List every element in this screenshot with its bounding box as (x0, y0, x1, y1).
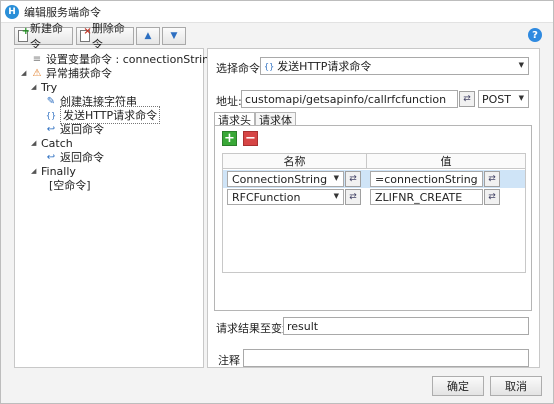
new-command-button[interactable]: 新建命令 (14, 22, 73, 51)
formula-icon: ⇄ (488, 192, 496, 202)
http-method-value: POST (482, 92, 511, 106)
tree-item-empty-command[interactable]: [空命令] (49, 178, 91, 192)
tree-item-label: [空命令] (49, 179, 91, 192)
title-bar: H 编辑服务端命令 (1, 1, 553, 23)
headers-grid: 名称 值 ConnectionString ▼ ⇄ =connectionStr… (222, 153, 526, 273)
header-value-input[interactable]: =connectionString (370, 171, 483, 187)
tree-item-finally[interactable]: ◢ Finally (31, 164, 76, 178)
table-row[interactable]: RFCFunction ▼ ⇄ ZLIFNR_CREATE ⇄ (223, 188, 525, 206)
header-name-dropdown[interactable]: ConnectionString ▼ (227, 171, 344, 187)
set-variable-icon: ≡ (32, 53, 42, 65)
http-request-icon: {} (264, 61, 275, 71)
expand-toggle-icon[interactable]: ◢ (31, 167, 41, 175)
move-up-button[interactable]: ▲ (136, 27, 160, 45)
comment-input[interactable] (243, 349, 529, 367)
address-value: customapi/getsapinfo/callrfcfunction (245, 92, 447, 106)
command-tree[interactable]: ≡ 设置变量命令 : connectionString ◢ ⚠ 异常捕获命令 ◢… (14, 48, 216, 368)
select-command-dropdown[interactable]: {} 发送HTTP请求命令 ▼ (260, 57, 529, 75)
ok-button[interactable]: 确定 (432, 376, 484, 396)
tree-item-label: 返回命令 (60, 151, 104, 164)
http-request-icon: {} (45, 110, 57, 120)
tree-item-label: Catch (41, 136, 73, 150)
window-title: 编辑服务端命令 (24, 5, 101, 19)
header-name-dropdown[interactable]: RFCFunction ▼ (227, 189, 344, 205)
chevron-down-icon: ▼ (518, 61, 524, 69)
header-value: ZLIFNR_CREATE (375, 190, 463, 204)
tree-item-exception-capture[interactable]: ◢ ⚠ 异常捕获命令 (21, 66, 112, 80)
remove-row-button[interactable]: − (243, 131, 258, 146)
table-row[interactable]: ConnectionString ▼ ⇄ =connectionString ⇄ (223, 170, 525, 188)
name-formula-button[interactable]: ⇄ (345, 171, 361, 187)
formula-icon: ⇄ (488, 174, 496, 184)
comment-label: 注释 (218, 354, 240, 367)
plus-icon: + (224, 131, 235, 146)
grid-header-name: 名称 (223, 154, 367, 169)
cancel-button[interactable]: 取消 (490, 376, 542, 396)
address-input[interactable]: customapi/getsapinfo/callrfcfunction (241, 90, 458, 108)
app-logo-icon: H (5, 4, 19, 19)
expand-toggle-icon[interactable]: ◢ (31, 139, 41, 147)
value-formula-button[interactable]: ⇄ (484, 189, 500, 205)
result-variable-value: result (287, 319, 319, 333)
minus-icon: − (245, 131, 256, 146)
new-document-icon (18, 26, 30, 42)
tree-item-label: 返回命令 (60, 123, 104, 136)
return-icon: ↩ (46, 123, 56, 135)
tree-item-return-1[interactable]: ↩ 返回命令 (45, 122, 104, 136)
chevron-down-icon: ▼ (333, 192, 339, 200)
tab-request-body[interactable]: 请求体 (255, 112, 296, 127)
pencil-icon: ✎ (46, 95, 56, 107)
tree-item-catch[interactable]: ◢ Catch (31, 136, 73, 150)
return-icon: ↩ (46, 151, 56, 163)
tree-item-try[interactable]: ◢ Try (31, 80, 57, 94)
expand-toggle-icon[interactable]: ◢ (31, 83, 41, 91)
grid-header-value: 值 (367, 154, 525, 169)
delete-document-icon (80, 26, 92, 42)
select-command-value: 发送HTTP请求命令 (277, 60, 372, 73)
arrow-down-icon: ▼ (170, 31, 178, 41)
arrow-up-icon: ▲ (144, 31, 152, 41)
tree-item-label: 异常捕获命令 (46, 67, 112, 80)
tree-item-set-variable[interactable]: ≡ 设置变量命令 : connectionString (21, 52, 216, 66)
chevron-down-icon: ▼ (518, 94, 524, 102)
delete-command-button[interactable]: 删除命令 (76, 22, 134, 51)
tree-item-label: Try (41, 80, 58, 94)
add-row-button[interactable]: + (222, 131, 237, 146)
move-down-button[interactable]: ▼ (162, 27, 186, 45)
formula-icon: ⇄ (349, 174, 357, 184)
address-label: 地址: (216, 95, 242, 108)
tree-item-return-2[interactable]: ↩ 返回命令 (45, 150, 104, 164)
formula-icon: ⇄ (463, 94, 471, 104)
chevron-down-icon: ▼ (333, 174, 339, 182)
header-name-value: ConnectionString (232, 172, 328, 186)
formula-icon: ⇄ (349, 192, 357, 202)
address-formula-button[interactable]: ⇄ (459, 91, 475, 107)
select-command-label: 选择命令: (216, 62, 264, 75)
tab-request-headers[interactable]: 请求头 (214, 112, 255, 127)
http-method-dropdown[interactable]: POST ▼ (478, 90, 529, 108)
request-tabs: 请求头 请求体 (214, 112, 296, 127)
help-icon[interactable]: ? (528, 28, 542, 42)
tree-item-send-http[interactable]: {} 发送HTTP请求命令 (45, 106, 161, 124)
value-formula-button[interactable]: ⇄ (484, 171, 500, 187)
expand-toggle-icon[interactable]: ◢ (21, 69, 31, 77)
name-formula-button[interactable]: ⇄ (345, 189, 361, 205)
exception-icon: ⚠ (32, 67, 42, 79)
header-value: =connectionString (375, 172, 478, 186)
tree-item-label: Finally (41, 164, 76, 178)
header-value-input[interactable]: ZLIFNR_CREATE (370, 189, 483, 205)
result-variable-input[interactable]: result (283, 317, 529, 335)
header-name-value: RFCFunction (232, 190, 301, 204)
